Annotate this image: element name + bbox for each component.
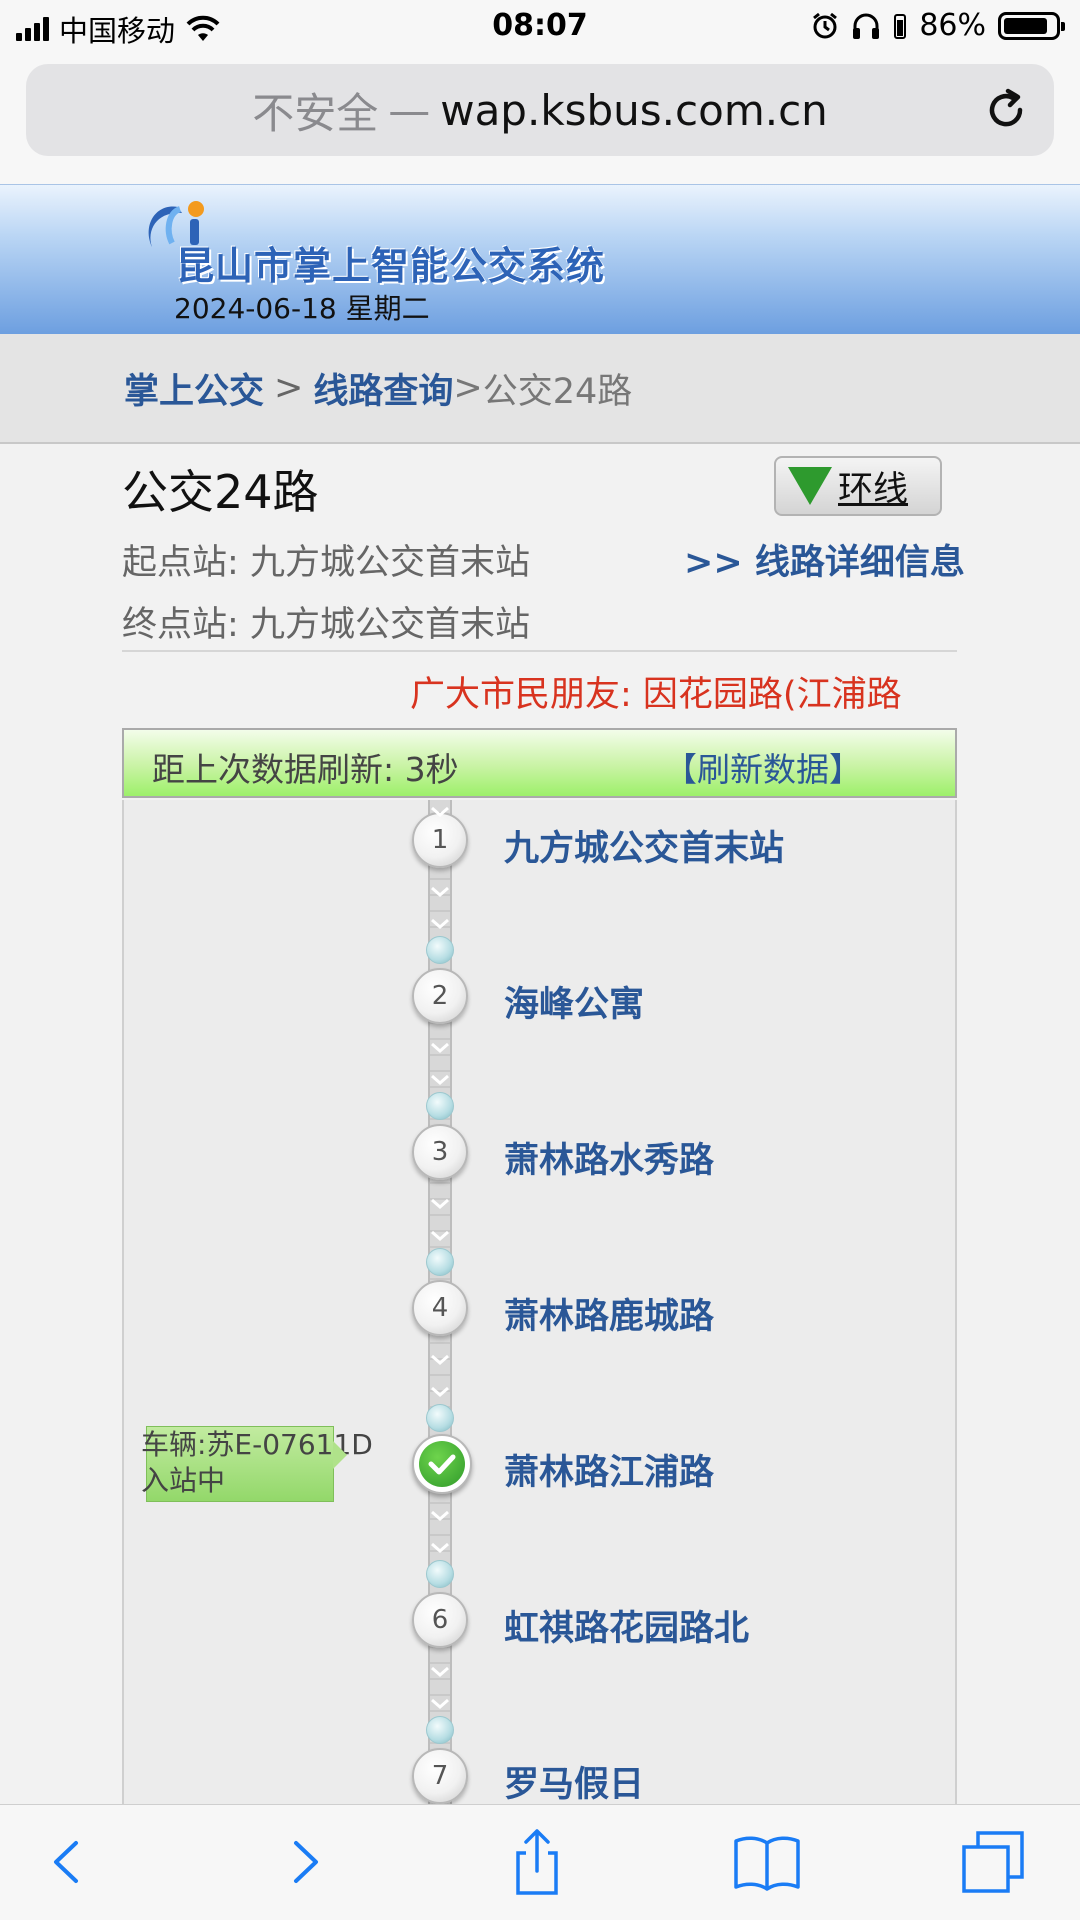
start-station-label: 起点站: [122, 543, 239, 583]
stop-number: 2 [431, 981, 449, 1011]
route-detail-link[interactable]: >> 线路详细信息 [684, 534, 965, 585]
breadcrumb: 掌上公交 > 线路查询 > 公交24路 [0, 334, 1080, 444]
segment-dot [426, 1560, 454, 1588]
direction-toggle-button[interactable]: 环线 [774, 456, 942, 516]
stop-name[interactable]: 虹祺路花园路北 [504, 1600, 749, 1651]
rail-chevron-icon [431, 918, 449, 929]
stop-number: 4 [431, 1293, 449, 1323]
reload-icon[interactable] [980, 84, 1032, 136]
direction-label: 环线 [838, 469, 909, 510]
stop-number: 1 [431, 825, 449, 855]
segment-dot [426, 1404, 454, 1432]
bus-status: 入站中 [141, 1464, 226, 1497]
browser-url-area: 不安全 — wap.ksbus.com.cn [0, 54, 1080, 184]
site-title: 昆山市掌上智能公交系统 [176, 244, 606, 288]
stop-name[interactable]: 罗马假日 [504, 1756, 644, 1807]
stop-number: 6 [431, 1605, 449, 1635]
headphones-icon [853, 13, 880, 39]
start-station-value: 九方城公交首末站 [249, 543, 530, 583]
bus-position-tag: 车辆:苏E-07611D 入站中 [141, 1426, 373, 1502]
site-date: 2024-06-18 星期二 [174, 292, 430, 325]
stop-name[interactable]: 海峰公寓 [504, 976, 644, 1027]
status-right: 86% [811, 8, 1065, 43]
end-station-row: 终点站: 九方城公交首末站 [122, 596, 530, 647]
status-bar: 中国移动 08:07 86% [0, 0, 1080, 54]
stop-number-badge: 4 [412, 1280, 468, 1336]
refresh-timer: 距上次数据刷新: 3秒 [152, 750, 459, 789]
rail-chevron-icon [431, 1074, 449, 1085]
rail-chevron-icon [431, 1510, 449, 1521]
rail-chevron-icon [431, 886, 449, 897]
refresh-bar: 距上次数据刷新: 3秒 【刷新数据】 [122, 728, 957, 798]
breadcrumb-current: 公交24路 [482, 371, 633, 412]
stop-number-badge: 2 [412, 968, 468, 1024]
bookmarks-icon[interactable] [732, 1827, 802, 1897]
tabs-icon[interactable] [960, 1827, 1030, 1897]
rail-chevron-icon [431, 1386, 449, 1397]
start-station-row: 起点站: 九方城公交首末站 [122, 534, 530, 585]
stop-number-badge: 3 [412, 1124, 468, 1180]
url-host: wap.ksbus.com.cn [440, 85, 828, 135]
rail-chevron-icon [431, 1354, 449, 1365]
rail-chevron-icon [431, 806, 449, 817]
forward-icon[interactable] [270, 1827, 340, 1897]
check-icon [412, 1434, 472, 1494]
end-station-value: 九方城公交首末站 [249, 605, 530, 645]
breadcrumb-route-query-link[interactable]: 线路查询 [313, 363, 453, 414]
refresh-data-button[interactable]: 【刷新数据】 [664, 743, 862, 791]
back-icon[interactable] [32, 1827, 102, 1897]
rail-chevron-icon [431, 1042, 449, 1053]
notice-marquee: 广大市民朋友: 因花园路(江浦路 [410, 675, 902, 715]
stop-number-badge: 6 [412, 1592, 468, 1648]
divider [122, 650, 957, 652]
bus-plate: 车辆:苏E-07611D [141, 1428, 373, 1461]
site-header: 昆山市掌上智能公交系统 2024-06-18 星期二 [0, 184, 1080, 334]
address-bar[interactable]: 不安全 — wap.ksbus.com.cn [26, 64, 1054, 156]
breadcrumb-home-link[interactable]: 掌上公交 [124, 363, 264, 414]
battery-percent: 86% [919, 8, 986, 43]
rail-chevron-icon [431, 1698, 449, 1709]
stop-number-badge: 1 [412, 812, 468, 868]
triangle-down-icon [788, 467, 832, 505]
battery-icon [998, 11, 1065, 40]
alarm-icon [813, 12, 838, 38]
breadcrumb-separator: > [453, 368, 483, 408]
segment-dot [426, 1248, 454, 1276]
rail-chevron-icon [431, 1542, 449, 1553]
end-station-label: 终点站: [122, 605, 239, 645]
url-separator: — [388, 85, 431, 135]
stop-name[interactable]: 萧林路江浦路 [504, 1444, 714, 1495]
headphone-battery-icon [894, 13, 907, 39]
insecure-label: 不安全 [252, 88, 379, 138]
stop-number: 3 [431, 1137, 449, 1167]
stop-number-badge: 7 [412, 1748, 468, 1804]
share-icon[interactable] [502, 1827, 572, 1897]
segment-dot [426, 1716, 454, 1744]
segment-dot [426, 1092, 454, 1120]
browser-toolbar [0, 1804, 1080, 1920]
rail-chevron-icon [431, 1198, 449, 1209]
stop-name[interactable]: 九方城公交首末站 [504, 820, 784, 871]
rail-chevron-icon [431, 1230, 449, 1241]
breadcrumb-separator: > [274, 368, 304, 408]
stop-list: 1 九方城公交首末站 2 海峰公寓 3 萧林路水秀路 4 萧林路鹿城路 萧林路江… [122, 800, 957, 1810]
stop-name[interactable]: 萧林路鹿城路 [504, 1288, 714, 1339]
route-title: 公交24路 [122, 465, 319, 519]
rail-chevron-icon [431, 1666, 449, 1677]
segment-dot [426, 936, 454, 964]
stop-number: 7 [431, 1761, 449, 1791]
stop-name[interactable]: 萧林路水秀路 [504, 1132, 714, 1183]
